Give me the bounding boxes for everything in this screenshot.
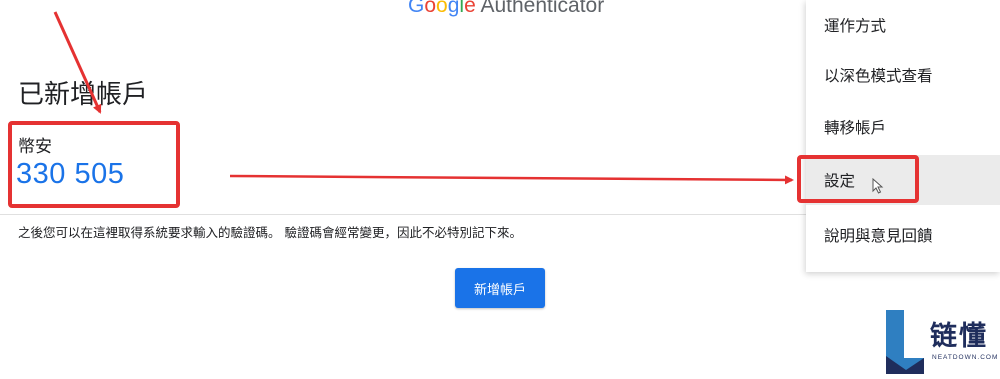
menu-item-help-feedback[interactable]: 說明與意見回饋 (806, 210, 1000, 260)
highlight-box-settings (797, 155, 919, 203)
menu-item-transfer-accounts[interactable]: 轉移帳戶 (806, 102, 1000, 152)
highlight-box-account (8, 121, 180, 208)
menu-item-how-it-works[interactable]: 運作方式 (806, 0, 1000, 50)
menu-item-dark-mode[interactable]: 以深色模式查看 (806, 50, 1000, 100)
page-title: 已新增帳戶 (18, 80, 149, 110)
google-letter: e (464, 0, 476, 17)
watermark-brand: 链懂 (930, 321, 988, 352)
app-title: Google Authenticator (408, 0, 604, 22)
google-wordmark: Google (408, 0, 476, 17)
watermark-site: NEATDOWN.COM (932, 354, 999, 361)
app-title-suffix: Authenticator (480, 0, 605, 17)
google-letter: o (424, 0, 437, 17)
google-letter: g (447, 0, 460, 17)
google-letter: G (408, 0, 425, 17)
google-letter: o (436, 0, 448, 17)
add-account-button[interactable]: 新增帳戶 (455, 268, 545, 308)
info-text: 之後您可以在這裡取得系統要求輸入的驗證碼。 驗證碼會經常變更，因此不必特別記下來… (18, 225, 522, 240)
overflow-menu: 運作方式 以深色模式查看 轉移帳戶 設定 說明與意見回饋 (806, 0, 1000, 272)
